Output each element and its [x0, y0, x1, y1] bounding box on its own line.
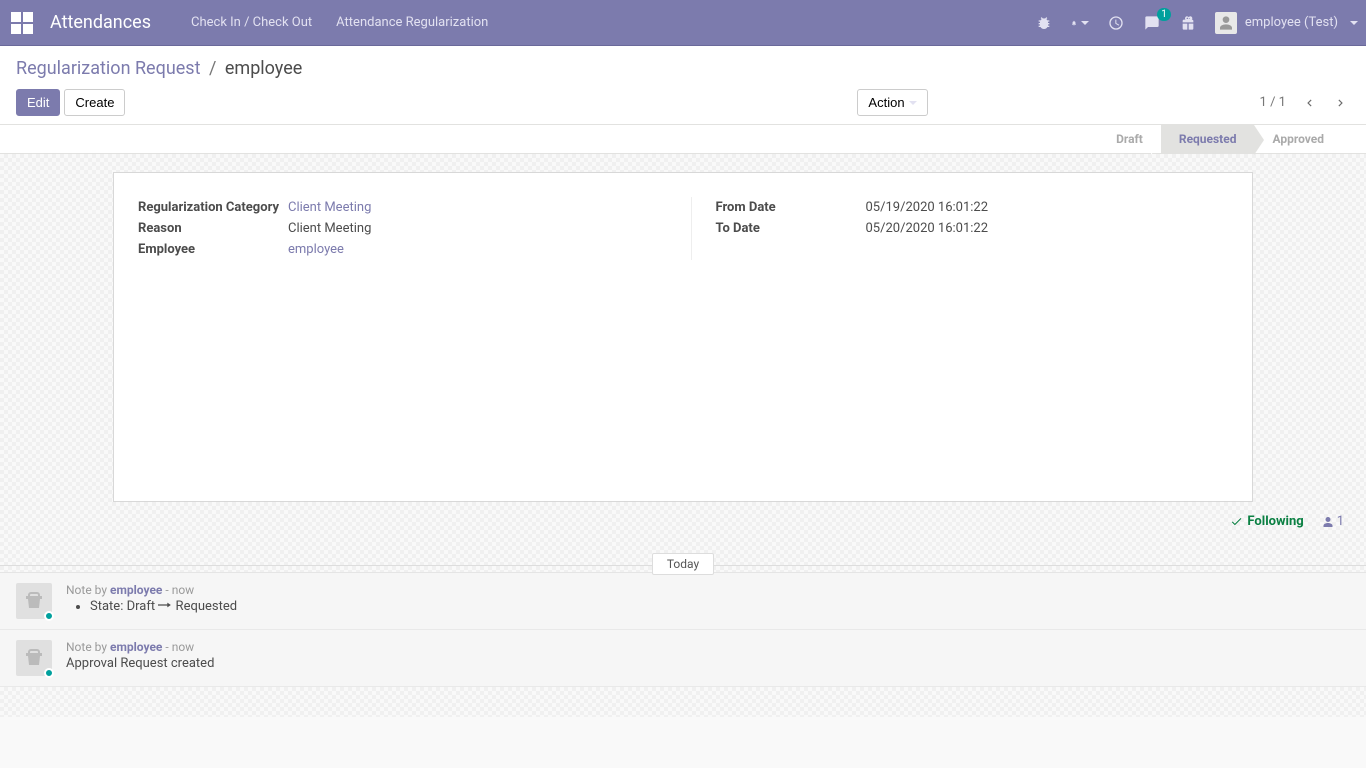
gift-icon[interactable] [1179, 14, 1197, 32]
clock-icon[interactable] [1107, 14, 1125, 32]
label-reg-category: Regularization Category [138, 200, 288, 215]
presence-dot-icon [44, 611, 54, 621]
label-to-date: To Date [716, 221, 866, 236]
message: Note by employee - now State: Draft Requ… [0, 573, 1366, 630]
value-to-date: 05/20/2020 16:01:22 [866, 221, 1229, 236]
thread-date-sep: Today [0, 557, 1366, 572]
state-change-line: State: Draft Requested [90, 599, 1350, 614]
follow-row: Following 1 [0, 502, 1366, 537]
status-bar: Draft Requested Approved [0, 125, 1366, 154]
followers-button[interactable]: 1 [1322, 514, 1344, 529]
edit-button[interactable]: Edit [16, 89, 60, 116]
user-avatar-icon [1215, 12, 1237, 34]
thread-date-label: Today [652, 553, 714, 575]
nav-right: 1 employee (Test) [1035, 12, 1358, 34]
value-employee[interactable]: employee [288, 242, 651, 257]
avatar-icon [16, 640, 52, 676]
followers-count-value: 1 [1337, 514, 1344, 529]
message-author[interactable]: employee [110, 640, 162, 654]
message-title: Note by employee - now [66, 583, 1350, 597]
app-title: Attendances [50, 12, 151, 33]
presence-dot-icon [44, 668, 54, 678]
user-icon [1322, 516, 1334, 528]
pager: 1 / 1 [1260, 95, 1286, 110]
caret-down-icon [1350, 21, 1358, 25]
status-step-requested[interactable]: Requested [1161, 125, 1255, 153]
breadcrumb-current: employee [225, 58, 302, 79]
following-label: Following [1247, 514, 1303, 529]
action-label: Action [868, 95, 904, 110]
message-time: - now [162, 640, 194, 654]
pager-next[interactable] [1332, 94, 1350, 112]
status-step-approved[interactable]: Approved [1254, 125, 1342, 153]
pager-prev[interactable] [1300, 94, 1318, 112]
breadcrumb: Regularization Request / employee [16, 54, 1350, 89]
apps-icon[interactable] [8, 9, 36, 37]
label-from-date: From Date [716, 200, 866, 215]
value-reg-category[interactable]: Client Meeting [288, 200, 651, 215]
value-reason: Client Meeting [288, 221, 651, 236]
form-view: Regularization Category Client Meeting R… [0, 154, 1366, 717]
top-navbar: Attendances Check In / Check Out Attenda… [0, 0, 1366, 46]
chat-badge: 1 [1157, 8, 1171, 21]
breadcrumb-sep: / [209, 58, 216, 79]
nav-links: Check In / Check Out Attendance Regulari… [191, 15, 488, 30]
check-icon [1230, 515, 1243, 528]
user-name: employee (Test) [1245, 15, 1338, 30]
form-sheet: Regularization Category Client Meeting R… [113, 172, 1253, 502]
note-prefix: Note by [66, 640, 110, 654]
message-author[interactable]: employee [110, 583, 162, 597]
arrow-right-icon [158, 599, 172, 614]
message-time: - now [162, 583, 194, 597]
label-employee: Employee [138, 242, 288, 257]
message-list: Note by employee - now State: Draft Requ… [0, 572, 1366, 687]
caret-down-icon [909, 101, 917, 105]
message-title: Note by employee - now [66, 640, 1350, 654]
bell-icon[interactable] [1071, 14, 1089, 32]
following-button[interactable]: Following [1230, 514, 1303, 529]
bottom-spacer [0, 687, 1366, 717]
value-from-date: 05/19/2020 16:01:22 [866, 200, 1229, 215]
nav-link-regularization[interactable]: Attendance Regularization [336, 15, 488, 30]
message-body: Approval Request created [66, 656, 1350, 671]
chat-icon[interactable]: 1 [1143, 14, 1161, 32]
action-dropdown[interactable]: Action [857, 89, 927, 116]
control-panel: Regularization Request / employee Edit C… [0, 46, 1366, 125]
breadcrumb-parent[interactable]: Regularization Request [16, 58, 200, 79]
state-to: Requested [172, 599, 237, 614]
label-reason: Reason [138, 221, 288, 236]
create-button[interactable]: Create [64, 89, 125, 116]
nav-link-checkin[interactable]: Check In / Check Out [191, 15, 312, 30]
avatar-icon [16, 583, 52, 619]
bug-icon[interactable] [1035, 14, 1053, 32]
state-from: State: Draft [90, 599, 158, 614]
message: Note by employee - now Approval Request … [0, 630, 1366, 687]
note-prefix: Note by [66, 583, 110, 597]
user-menu[interactable]: employee (Test) [1215, 12, 1358, 34]
